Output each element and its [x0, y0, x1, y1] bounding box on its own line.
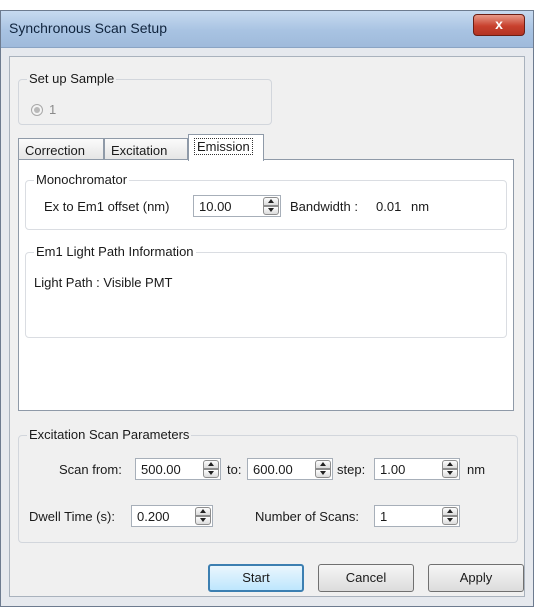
scan-params-group-label: Excitation Scan Parameters [27, 427, 192, 442]
step-spinbox[interactable]: 1.00 [374, 458, 460, 480]
apply-button[interactable]: Apply [428, 564, 524, 592]
sample-group-label: Set up Sample [27, 71, 117, 86]
close-button[interactable]: x [473, 14, 525, 36]
scan-from-value: 500.00 [141, 462, 181, 477]
bandwidth-unit: nm [411, 199, 430, 214]
dwell-time-spinbox[interactable]: 0.200 [131, 505, 213, 527]
offset-spin-control[interactable] [263, 197, 279, 215]
bandwidth-label: Bandwidth : [290, 199, 358, 214]
scan-from-spinbox[interactable]: 500.00 [135, 458, 221, 480]
monochromator-group-label: Monochromator [34, 172, 130, 187]
tab-correction[interactable]: Correction [18, 138, 104, 160]
spin-up-icon[interactable] [203, 460, 219, 469]
to-label: to: [227, 462, 242, 477]
spin-up-icon[interactable] [442, 507, 458, 516]
title-bar[interactable]: Synchronous Scan Setup x [1, 11, 533, 48]
spin-down-icon[interactable] [263, 206, 279, 215]
spin-up-icon[interactable] [195, 507, 211, 516]
sample-radio-button[interactable] [31, 104, 43, 116]
spin-up-icon[interactable] [263, 197, 279, 206]
offset-label: Ex to Em1 offset (nm) [44, 199, 170, 214]
step-label: step: [337, 462, 366, 477]
dwell-time-spin-control[interactable] [195, 507, 211, 525]
window-title: Synchronous Scan Setup [9, 20, 167, 36]
start-button[interactable]: Start [208, 564, 304, 592]
to-spinbox[interactable]: 600.00 [247, 458, 333, 480]
offset-spinbox[interactable]: 10.00 [193, 195, 281, 217]
num-scans-label: Number of Scans: [255, 509, 360, 524]
step-value: 1.00 [380, 462, 406, 477]
to-spin-control[interactable] [315, 460, 331, 478]
step-unit: nm [467, 462, 486, 477]
scan-params-group: Excitation Scan Parameters Scan from: 50… [18, 427, 518, 543]
offset-value: 10.00 [199, 199, 232, 214]
step-spin-control[interactable] [442, 460, 458, 478]
dwell-time-value: 0.200 [137, 509, 170, 524]
synchronous-scan-setup-dialog: Synchronous Scan Setup x Set up Sample 1… [0, 10, 534, 607]
spin-down-icon[interactable] [195, 516, 211, 525]
dialog-client-area: Set up Sample 1 Correction Excitation Em… [9, 56, 525, 597]
tab-correction-label: Correction [25, 143, 85, 158]
sample-group: Set up Sample 1 [18, 71, 272, 125]
spin-down-icon[interactable] [442, 469, 458, 478]
num-scans-spin-control[interactable] [442, 507, 458, 525]
spin-up-icon[interactable] [442, 460, 458, 469]
cancel-button[interactable]: Cancel [318, 564, 414, 592]
light-path-text: Light Path : Visible PMT [34, 275, 173, 290]
tab-emission[interactable]: Emission [188, 134, 264, 161]
scan-from-spin-control[interactable] [203, 460, 219, 478]
bandwidth-value: 0.01 [376, 199, 402, 214]
light-path-group: Em1 Light Path Information Light Path : … [25, 244, 507, 338]
num-scans-spinbox[interactable]: 1 [374, 505, 460, 527]
monochromator-group: Monochromator Ex to Em1 offset (nm) 10.0… [25, 172, 507, 230]
num-scans-value: 1 [380, 509, 388, 524]
dwell-time-label: Dwell Time (s): [29, 509, 115, 524]
spin-up-icon[interactable] [315, 460, 331, 469]
spin-down-icon[interactable] [442, 516, 458, 525]
sample-radio-label: 1 [49, 102, 57, 117]
to-value: 600.00 [253, 462, 293, 477]
spin-down-icon[interactable] [203, 469, 219, 478]
spin-down-icon[interactable] [315, 469, 331, 478]
scan-from-label: Scan from: [59, 462, 122, 477]
emission-tab-panel: Monochromator Ex to Em1 offset (nm) 10.0… [18, 159, 514, 411]
light-path-group-label: Em1 Light Path Information [34, 244, 196, 259]
tab-excitation-label: Excitation [111, 143, 168, 158]
tab-emission-label: Emission [194, 138, 253, 155]
tab-excitation[interactable]: Excitation [104, 138, 188, 160]
